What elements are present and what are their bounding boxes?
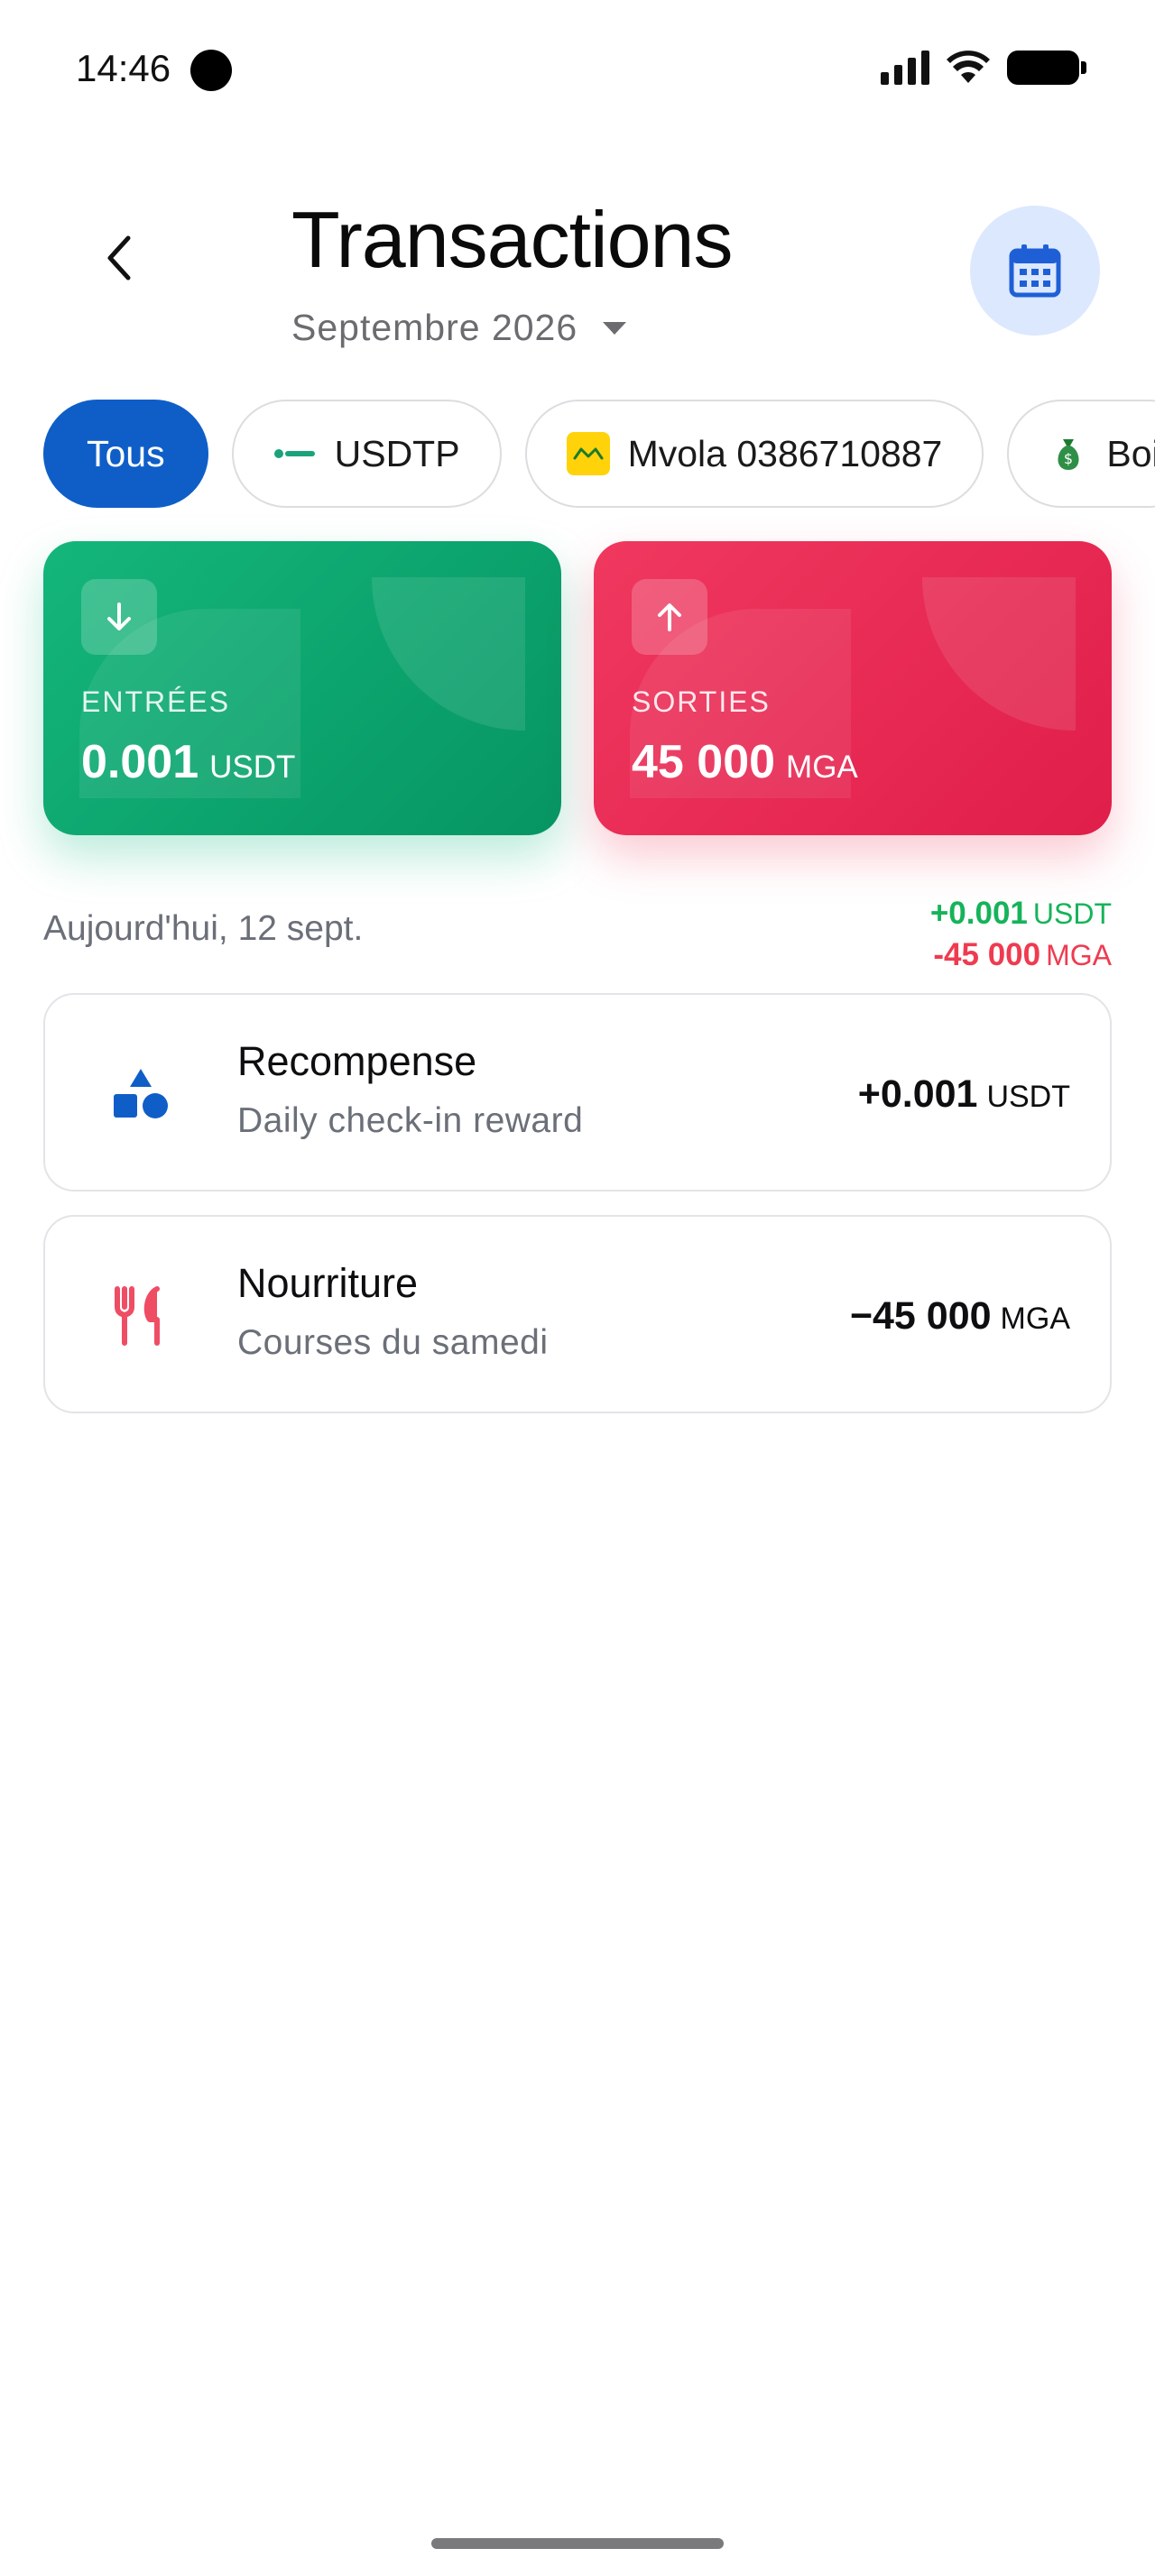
- page-title: Transactions: [291, 195, 733, 284]
- transaction-item[interactable]: Recompense Daily check-in reward +0.001 …: [43, 993, 1112, 1191]
- transaction-title: Recompense: [237, 1038, 477, 1084]
- status-time: 14:46: [76, 47, 171, 89]
- account-filter-chips: Tous USDTP Mvola 0386710887 $ Boi: [43, 400, 1155, 508]
- home-indicator[interactable]: [431, 2538, 724, 2549]
- filter-chip-boi[interactable]: $ Boi: [1007, 400, 1155, 508]
- filter-chip-usdtp[interactable]: USDTP: [231, 400, 502, 508]
- wifi-icon: [947, 51, 990, 83]
- calendar-button[interactable]: [970, 206, 1100, 336]
- expense-amount: 45 000: [632, 736, 776, 788]
- battery-icon: [1007, 51, 1086, 85]
- chip-label: Mvola 0386710887: [627, 432, 943, 474]
- day-total-mga: -45 000 MGA: [933, 937, 1112, 972]
- income-summary-card: ENTRÉES 0.001 USDT: [43, 541, 561, 835]
- income-amount: 0.001: [81, 736, 199, 788]
- back-button[interactable]: [87, 225, 152, 290]
- calendar-icon: [1009, 244, 1061, 298]
- expense-label: SORTIES: [632, 685, 771, 718]
- decoration: [922, 577, 1076, 731]
- chip-label: USDTP: [334, 432, 460, 474]
- status-icons: [881, 51, 1086, 85]
- day-totals: +0.001 USDT -45 000 MGA: [930, 893, 1112, 976]
- chip-label: Tous: [87, 432, 165, 474]
- month-label: Septembre 2026: [291, 307, 578, 348]
- day-total-usdt: +0.001 USDT: [929, 896, 1112, 931]
- arrow-down-icon: [81, 579, 157, 655]
- expense-summary-card: SORTIES 45 000 MGA: [594, 541, 1112, 835]
- chip-label: Boi: [1106, 432, 1155, 474]
- money-bag-icon: $: [1049, 434, 1088, 474]
- decoration: [372, 577, 525, 731]
- tether-logo-icon: [273, 445, 317, 463]
- status-bar: 14:46: [0, 0, 1155, 135]
- transaction-title: Nourriture: [237, 1260, 419, 1306]
- transaction-amount: +0.001 USDT: [857, 1072, 1070, 1116]
- caret-down-icon: [603, 321, 627, 335]
- mvola-logo-icon: [566, 432, 610, 475]
- cellular-signal-icon: [881, 51, 929, 85]
- income-unit: USDT: [209, 750, 296, 785]
- svg-text:$: $: [1064, 450, 1073, 467]
- camera-dot-icon: [190, 50, 232, 91]
- arrow-up-icon: [632, 579, 707, 655]
- income-label: ENTRÉES: [81, 685, 231, 718]
- day-group-header: Aujourd'hui, 12 sept. +0.001 USDT -45 000…: [43, 893, 1112, 974]
- expense-value: 45 000 MGA: [632, 735, 858, 789]
- fork-knife-icon: [110, 1285, 171, 1347]
- income-value: 0.001 USDT: [81, 735, 295, 789]
- shapes-icon: [110, 1063, 171, 1125]
- transaction-amount: −45 000 MGA: [849, 1294, 1070, 1338]
- expense-unit: MGA: [786, 750, 858, 785]
- transactions-screen: 14:46 Transactions Septembre 2026 Tous U…: [0, 0, 1155, 2576]
- month-selector[interactable]: Septembre 2026: [291, 307, 627, 349]
- transaction-subtitle: Courses du samedi: [237, 1323, 549, 1362]
- chevron-left-icon: [107, 235, 131, 281]
- day-label: Aujourd'hui, 12 sept.: [43, 909, 364, 948]
- filter-chip-mvola[interactable]: Mvola 0386710887: [524, 400, 984, 508]
- transaction-subtitle: Daily check-in reward: [237, 1101, 584, 1140]
- transaction-item[interactable]: Nourriture Courses du samedi −45 000 MGA: [43, 1215, 1112, 1413]
- filter-chip-all[interactable]: Tous: [43, 400, 208, 508]
